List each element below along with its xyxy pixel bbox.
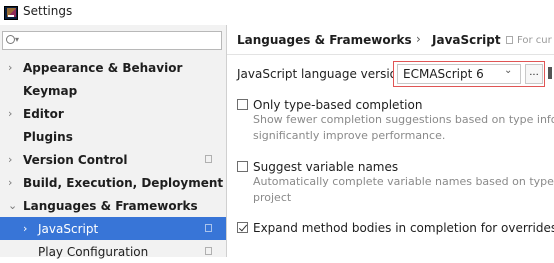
- settings-sidebar: ▾ › Appearance & Behavior Keymap › Edito…: [0, 25, 227, 259]
- search-icon: ▾: [6, 33, 19, 46]
- project-scope-icon: [205, 224, 212, 232]
- settings-content: Languages & Frameworks › JavaScript For …: [227, 25, 554, 257]
- description-line: significantly improve performance.: [253, 129, 446, 142]
- language-version-value: ECMAScript 6: [403, 67, 484, 81]
- description-line: Show fewer completion suggestions based …: [253, 113, 554, 126]
- expand-method-bodies-checkbox[interactable]: [237, 222, 248, 233]
- option-description: Show fewer completion suggestions based …: [253, 112, 554, 144]
- sidebar-item-keymap[interactable]: Keymap: [0, 79, 226, 102]
- sidebar-item-label: Editor: [23, 106, 64, 121]
- sidebar-item-label: Play Configuration: [38, 244, 149, 259]
- suggest-variable-names-checkbox[interactable]: [237, 161, 248, 172]
- chevron-down-icon: ⌄: [8, 199, 18, 212]
- sidebar-item-label: JavaScript: [38, 221, 99, 236]
- chevron-right-icon: ›: [8, 176, 13, 189]
- sidebar-item-appearance[interactable]: › Appearance & Behavior: [0, 56, 226, 79]
- sidebar-item-label: Keymap: [23, 83, 78, 98]
- sidebar-item-javascript[interactable]: › JavaScript: [0, 217, 226, 240]
- description-line: project: [253, 191, 292, 204]
- sidebar-item-play-configuration[interactable]: Play Configuration: [0, 240, 226, 263]
- sidebar-item-build[interactable]: › Build, Execution, Deployment: [0, 171, 226, 194]
- chevron-down-icon: ⌄: [504, 65, 513, 76]
- breadcrumb-separator: ›: [416, 32, 421, 46]
- checkbox-label[interactable]: Suggest variable names: [253, 160, 398, 174]
- app-logo-icon: [4, 6, 18, 20]
- chevron-right-icon: ›: [23, 222, 28, 235]
- checkbox-label[interactable]: Only type-based completion: [253, 98, 422, 112]
- only-type-based-completion-checkbox[interactable]: [237, 99, 248, 110]
- description-line: Automatically complete variable names ba…: [253, 175, 554, 188]
- breadcrumb-parent[interactable]: Languages & Frameworks: [237, 33, 412, 47]
- language-version-label: JavaScript language version: [237, 67, 405, 81]
- scope-hint-text: For cur: [517, 35, 552, 46]
- chevron-right-icon: ›: [8, 153, 13, 166]
- sidebar-item-label: Plugins: [23, 129, 73, 144]
- search-input[interactable]: ▾: [2, 31, 222, 50]
- language-version-dropdown[interactable]: ECMAScript 6 ⌄: [397, 64, 521, 84]
- project-scope-icon: [205, 247, 212, 255]
- sidebar-item-label: Appearance & Behavior: [23, 60, 183, 75]
- window-title: Settings: [23, 4, 73, 18]
- breadcrumb-current: JavaScript: [432, 33, 501, 47]
- project-scope-icon: [506, 36, 513, 44]
- chevron-right-icon: ›: [8, 61, 13, 74]
- sidebar-item-languages[interactable]: ⌄ Languages & Frameworks: [0, 194, 226, 217]
- breadcrumb: Languages & Frameworks › JavaScript For …: [227, 25, 554, 55]
- sidebar-item-version-control[interactable]: › Version Control: [0, 148, 226, 171]
- sidebar-item-label: Languages & Frameworks: [23, 198, 198, 213]
- project-scope-icon: [205, 155, 212, 163]
- clipped-button-edge: [548, 67, 552, 79]
- sidebar-item-plugins[interactable]: Plugins: [0, 125, 226, 148]
- option-description: Automatically complete variable names ba…: [253, 174, 554, 206]
- language-version-highlight: ECMAScript 6 ⌄ ...: [393, 61, 545, 87]
- checkbox-label[interactable]: Expand method bodies in completion for o…: [253, 221, 554, 235]
- title-bar: Settings: [0, 0, 554, 25]
- sidebar-item-label: Version Control: [23, 152, 128, 167]
- sidebar-item-label: Build, Execution, Deployment: [23, 175, 224, 190]
- scope-hint: For cur: [506, 35, 552, 46]
- more-options-button[interactable]: ...: [525, 64, 543, 84]
- chevron-right-icon: ›: [8, 107, 13, 120]
- sidebar-item-editor[interactable]: › Editor: [0, 102, 226, 125]
